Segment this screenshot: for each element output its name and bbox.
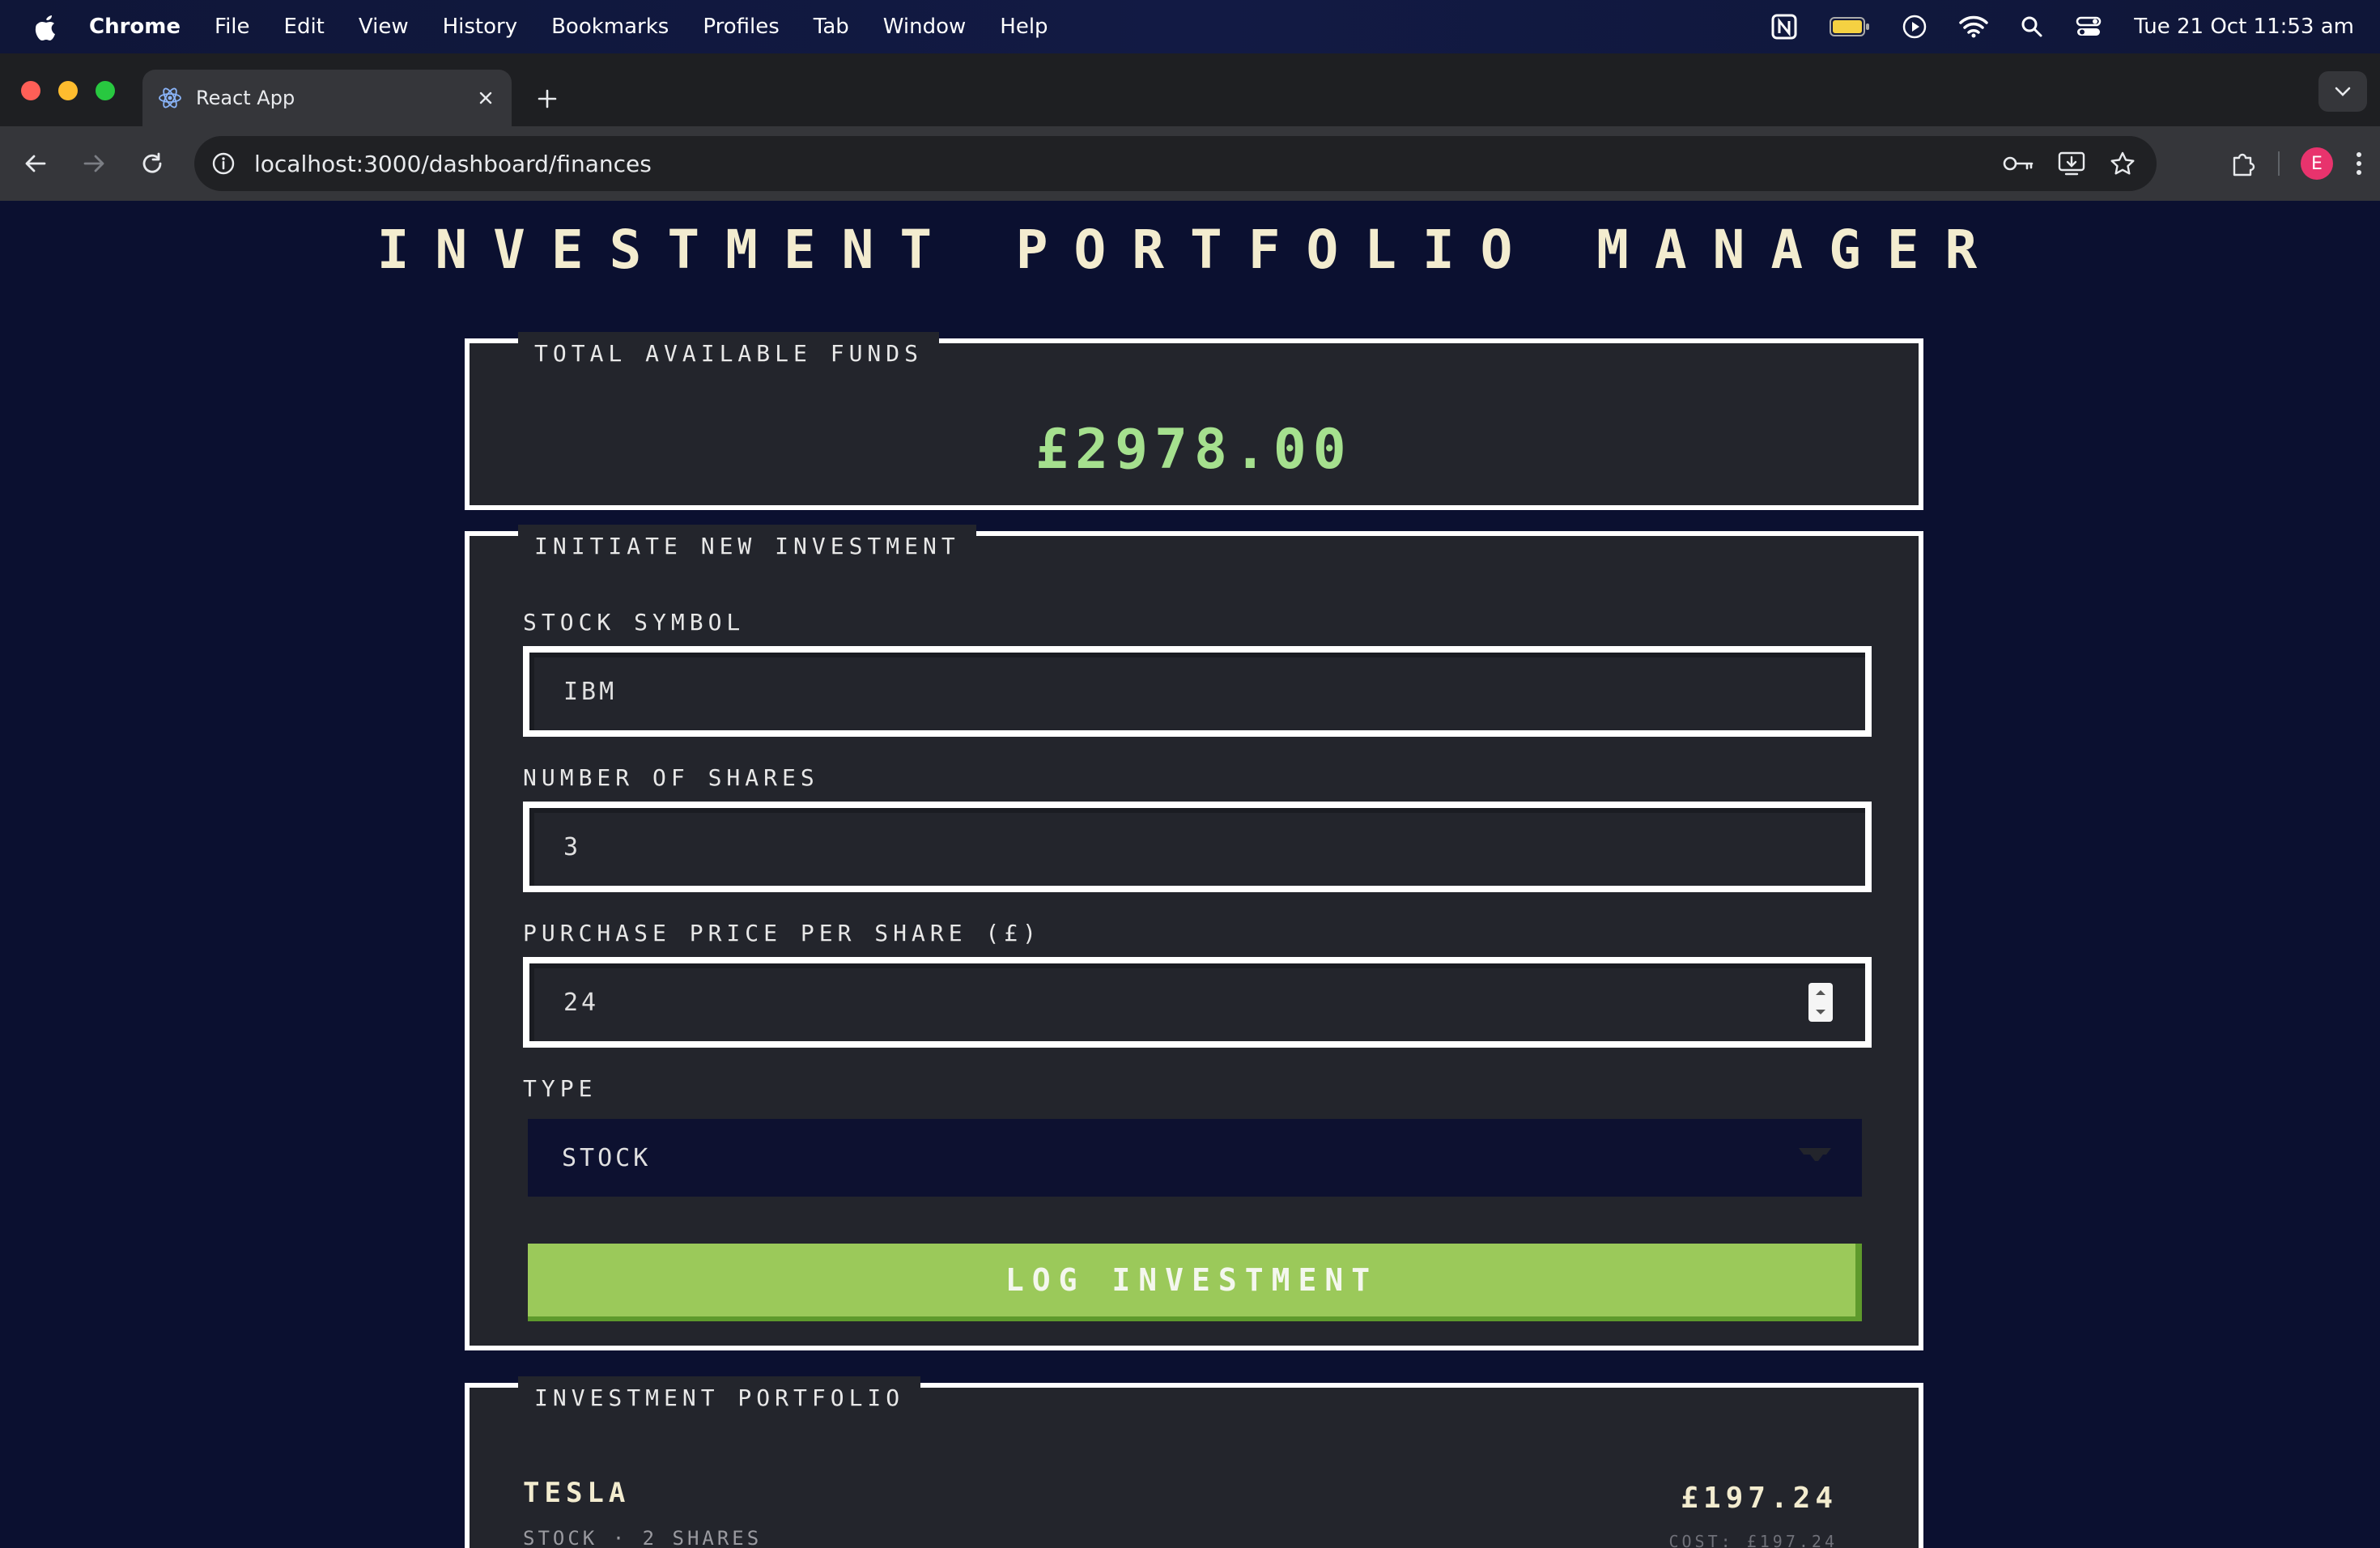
spotlight-search-icon[interactable] — [2021, 15, 2043, 38]
holding-meta: Stock · 2 Shares — [523, 1527, 763, 1548]
funds-panel: Total Available Funds £2978.00 — [465, 332, 1923, 510]
number-spinner-icon[interactable] — [1808, 983, 1833, 1022]
menu-view[interactable]: View — [359, 15, 409, 39]
menu-help[interactable]: Help — [1000, 15, 1048, 39]
battery-icon[interactable] — [1830, 16, 1870, 37]
macos-menu-bar: Chrome File Edit View History Bookmarks … — [0, 0, 2380, 53]
menu-bar-clock[interactable]: Tue 21 Oct 11:53 am — [2134, 15, 2354, 39]
shares-input[interactable]: 3 — [523, 802, 1872, 892]
menu-bar-tray: Tue 21 Oct 11:53 am — [1739, 0, 2354, 53]
apple-logo-icon[interactable] — [32, 11, 60, 42]
control-center-icon[interactable] — [2076, 15, 2102, 38]
type-select-value: Stock — [562, 1143, 652, 1172]
log-investment-button[interactable]: Log Investment — [528, 1244, 1862, 1321]
tab-search-icon[interactable] — [2318, 71, 2367, 112]
funds-legend: Total Available Funds — [518, 332, 940, 368]
menu-history[interactable]: History — [443, 15, 518, 39]
menu-window[interactable]: Window — [883, 15, 967, 39]
toolbar-right-actions: E — [2208, 126, 2364, 201]
price-label: Purchase Price Per Share (£) — [523, 920, 1042, 946]
site-info-icon[interactable] — [209, 149, 238, 178]
back-arrow-icon[interactable] — [18, 146, 53, 181]
price-input[interactable]: 24 — [523, 957, 1872, 1048]
type-select[interactable]: Stock — [528, 1119, 1862, 1197]
notion-icon[interactable] — [1771, 14, 1797, 40]
address-url[interactable]: localhost:3000/dashboard/finances — [254, 151, 652, 177]
menu-profiles[interactable]: Profiles — [703, 15, 779, 39]
address-bar[interactable]: localhost:3000/dashboard/finances — [194, 136, 2157, 191]
react-favicon-icon — [157, 85, 183, 111]
browser-tab-strip: React App — [0, 53, 2380, 126]
holding-value: £197.24 — [1681, 1482, 1838, 1515]
price-input-value: 24 — [563, 988, 600, 1017]
page-title: Investment Portfolio Manager — [376, 219, 2004, 281]
symbol-input[interactable]: IBM — [523, 646, 1872, 737]
shares-input-value: 3 — [563, 832, 582, 861]
browser-tab-active[interactable]: React App — [142, 70, 512, 126]
wifi-icon[interactable] — [1959, 15, 1989, 38]
profile-avatar[interactable]: E — [2301, 147, 2333, 180]
chevron-down-icon — [1797, 1146, 1833, 1174]
new-tab-icon[interactable] — [531, 83, 563, 115]
web-page: Investment Portfolio Manager Total Avail… — [0, 201, 2380, 1548]
holding-name: Tesla — [523, 1477, 631, 1509]
shares-label: Number of Shares — [523, 764, 819, 791]
symbol-label: Stock Symbol — [523, 609, 746, 636]
type-label: Type — [523, 1075, 597, 1102]
chrome-menu-kebab-icon[interactable] — [2354, 151, 2364, 176]
symbol-input-value: IBM — [563, 677, 618, 706]
media-play-icon[interactable] — [1902, 15, 1927, 39]
window-zoom-button[interactable] — [96, 81, 115, 100]
form-legend: Initiate New Investment — [518, 525, 976, 560]
tab-close-icon[interactable] — [470, 82, 502, 114]
portfolio-legend: Investment Portfolio — [518, 1376, 921, 1412]
menu-app-chrome[interactable]: Chrome — [89, 15, 181, 39]
window-minimize-button[interactable] — [58, 81, 78, 100]
toolbar-separator — [2278, 151, 2280, 176]
window-close-button[interactable] — [21, 81, 40, 100]
extensions-puzzle-icon[interactable] — [2229, 150, 2257, 177]
menu-bookmarks[interactable]: Bookmarks — [551, 15, 669, 39]
password-key-icon[interactable] — [2003, 154, 2034, 173]
portfolio-panel: Investment Portfolio Tesla Stock · 2 Sha… — [465, 1376, 1923, 1548]
browser-toolbar: localhost:3000/dashboard/finances E — [0, 126, 2380, 201]
forward-arrow-icon[interactable] — [76, 146, 112, 181]
reload-icon[interactable] — [134, 146, 170, 181]
address-bar-actions — [1978, 136, 2136, 191]
menu-edit[interactable]: Edit — [284, 15, 325, 39]
menu-tab[interactable]: Tab — [814, 15, 849, 39]
bookmark-star-icon[interactable] — [2110, 151, 2136, 176]
menu-file[interactable]: File — [215, 15, 250, 39]
holding-cost: Cost: £197.24 — [1668, 1532, 1838, 1548]
investment-form-panel: Initiate New Investment Stock Symbol IBM… — [465, 525, 1923, 1350]
funds-amount: £2978.00 — [1035, 418, 1353, 482]
install-app-icon[interactable] — [2058, 151, 2085, 176]
tab-title: React App — [196, 87, 295, 109]
